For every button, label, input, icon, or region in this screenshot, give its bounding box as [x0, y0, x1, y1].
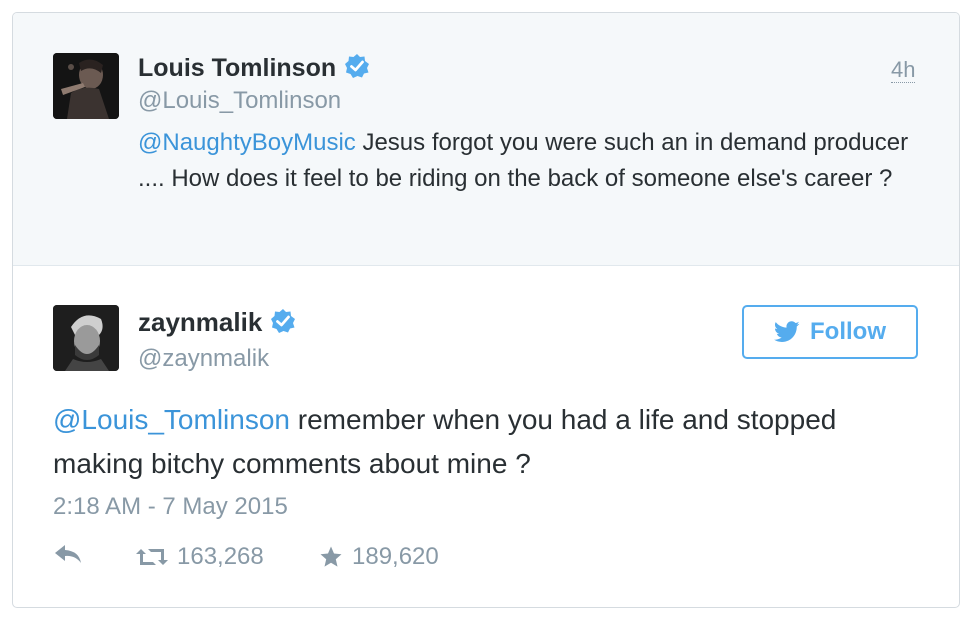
parent-timestamp-link[interactable]: 4h — [891, 58, 916, 83]
reply-button[interactable] — [53, 543, 83, 565]
parent-author-name-text: Louis Tomlinson — [138, 54, 337, 82]
retweet-count: 163,268 — [177, 543, 264, 570]
louis-avatar[interactable] — [53, 53, 119, 119]
tweet-embed-card: Louis Tomlinson @Louis_Tomlinson 4h @Nau… — [12, 12, 960, 608]
parent-author-name[interactable]: Louis Tomlinson — [138, 53, 370, 83]
zayn-avatar[interactable] — [53, 305, 119, 371]
parent-tweet-text: @NaughtyBoyMusic Jesus forgot you were s… — [138, 125, 928, 197]
follow-button-label: Follow — [810, 318, 886, 345]
main-author-handle[interactable]: @zaynmalik — [138, 345, 269, 373]
main-tweet-text: @Louis_Tomlinson remember when you had a… — [53, 398, 933, 486]
star-icon — [320, 546, 342, 567]
follow-button[interactable]: Follow — [742, 305, 918, 359]
tweet-timestamp-link[interactable]: 2:18 AM - 7 May 2015 — [53, 493, 288, 521]
favorite-button[interactable]: 189,620 — [318, 543, 439, 571]
main-author-name-text: zaynmalik — [138, 307, 263, 337]
retweet-icon — [136, 549, 168, 565]
main-author-name[interactable]: zaynmalik — [138, 307, 296, 338]
verified-badge-icon — [345, 54, 370, 78]
favorite-count: 189,620 — [352, 543, 439, 570]
retweet-button[interactable]: 163,268 — [135, 543, 264, 571]
mention-link[interactable]: @Louis_Tomlinson — [53, 404, 290, 435]
parent-author-handle[interactable]: @Louis_Tomlinson — [138, 87, 341, 115]
parent-tweet: Louis Tomlinson @Louis_Tomlinson 4h @Nau… — [13, 13, 959, 266]
verified-badge-icon — [271, 309, 296, 333]
mention-link[interactable]: @NaughtyBoyMusic — [138, 129, 356, 156]
bird-icon — [774, 321, 800, 342]
reply-icon — [55, 545, 81, 563]
